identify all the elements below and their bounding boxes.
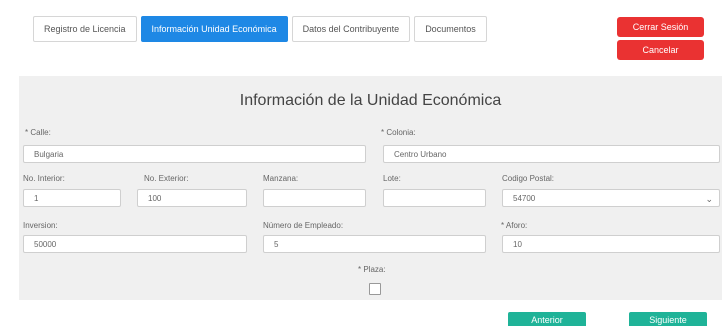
- form-panel: Información de la Unidad Económica * Cal…: [19, 76, 722, 300]
- tab-bar: Registro de Licencia Información Unidad …: [33, 16, 487, 42]
- no-interior-input[interactable]: 1: [23, 189, 121, 207]
- tab-informacion-unidad[interactable]: Información Unidad Económica: [140, 16, 288, 42]
- numero-empleado-input[interactable]: 5: [263, 235, 486, 253]
- aforo-label: * Aforo:: [501, 221, 528, 230]
- plaza-checkbox[interactable]: [369, 283, 381, 295]
- form-title: Información de la Unidad Económica: [239, 92, 502, 109]
- tab-registro-licencia[interactable]: Registro de Licencia: [33, 16, 137, 42]
- no-interior-label: No. Interior:: [23, 174, 65, 183]
- lote-label: Lote:: [383, 174, 401, 183]
- codigo-postal-label: Codigo Postal:: [502, 174, 555, 183]
- tab-documentos[interactable]: Documentos: [414, 16, 487, 42]
- tab-datos-contribuyente[interactable]: Datos del Contribuyente: [291, 16, 411, 42]
- no-exterior-label: No. Exterior:: [144, 174, 189, 183]
- no-exterior-input[interactable]: 100: [137, 189, 247, 207]
- manzana-input[interactable]: [263, 189, 366, 207]
- codigo-postal-value: 54700: [513, 194, 536, 203]
- colonia-input[interactable]: Centro Urbano: [383, 145, 720, 163]
- plaza-label: * Plaza:: [358, 265, 386, 274]
- chevron-down-icon: ⌄: [705, 194, 713, 204]
- inversion-label: Inversion:: [23, 221, 58, 230]
- calle-label: * Calle:: [25, 128, 51, 137]
- cancel-button[interactable]: Cancelar: [617, 40, 704, 60]
- lote-input[interactable]: [383, 189, 486, 207]
- logout-button[interactable]: Cerrar Sesión: [617, 17, 704, 37]
- top-bar: Registro de Licencia Información Unidad …: [0, 0, 722, 76]
- next-button[interactable]: Siguiente: [629, 312, 707, 326]
- manzana-label: Manzana:: [263, 174, 299, 183]
- previous-button[interactable]: Anterior: [508, 312, 586, 326]
- codigo-postal-select[interactable]: 54700 ⌄: [502, 189, 720, 207]
- colonia-label: * Colonia:: [381, 128, 416, 137]
- inversion-input[interactable]: 50000: [23, 235, 247, 253]
- calle-input[interactable]: Bulgaria: [23, 145, 366, 163]
- numero-empleado-label: Número de Empleado:: [263, 221, 344, 230]
- aforo-input[interactable]: 10: [502, 235, 720, 253]
